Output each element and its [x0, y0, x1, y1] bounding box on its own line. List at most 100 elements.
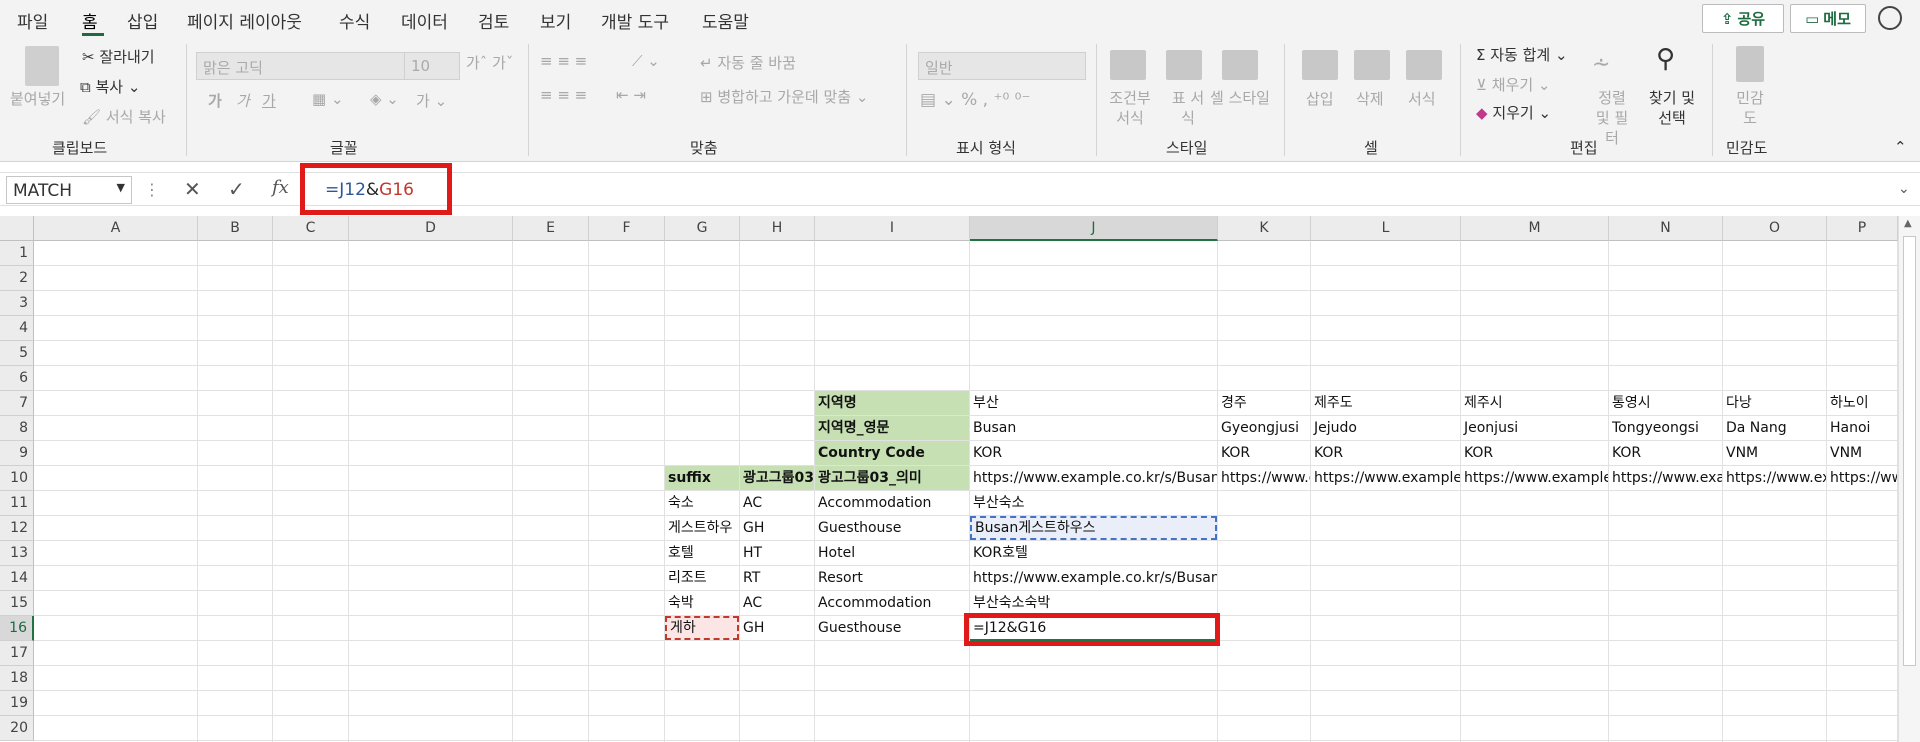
cell-p7[interactable]: 하노이 — [1827, 391, 1897, 415]
insert-cells-icon[interactable] — [1302, 50, 1338, 80]
format-as-table-button[interactable]: 표 서식 — [1168, 88, 1208, 128]
expand-formula-icon[interactable]: ⌄ — [1898, 181, 1910, 197]
indent-icons[interactable]: ⇤ ⇥ — [616, 86, 646, 104]
cell-p9[interactable]: VNM — [1827, 441, 1897, 465]
row-header-17[interactable]: 17 — [0, 641, 34, 666]
font-size-buttons[interactable]: 가ˆ 가ˇ — [466, 52, 513, 73]
row-header-8[interactable]: 8 — [0, 416, 34, 441]
column-header-n[interactable]: N — [1609, 216, 1723, 241]
cell-i11[interactable]: Accommodation — [815, 491, 969, 515]
enter-icon[interactable]: ✓ — [228, 177, 245, 201]
cell-h11[interactable]: AC — [740, 491, 814, 515]
feedback-smiley-icon[interactable] — [1878, 6, 1902, 30]
column-header-d[interactable]: D — [349, 216, 513, 241]
cell-g14[interactable]: 리조트 — [665, 566, 739, 590]
cell-j14[interactable]: https://www.example.co.kr/s/Busan리조트 — [970, 566, 1217, 590]
paste-button[interactable]: 붙여넣기 — [10, 88, 65, 109]
find-select-button[interactable]: 찾기 및 선택 — [1644, 88, 1700, 128]
menu-formulas[interactable]: 수식 — [339, 8, 370, 33]
row-header-5[interactable]: 5 — [0, 341, 34, 366]
vertical-align-icons[interactable]: ≡ ≡ ≡ — [540, 52, 587, 70]
scroll-up-icon[interactable]: ▲ — [1904, 218, 1912, 229]
cell-i10[interactable]: 광고그룹03_의미 — [815, 466, 969, 490]
cell-h10[interactable]: 광고그룹03 — [740, 466, 814, 490]
cell-g12[interactable]: 게스트하우 — [665, 516, 739, 540]
cell-n8[interactable]: Tongyeongsi — [1609, 416, 1722, 440]
clear-button[interactable]: ◆ 지우기 ⌄ — [1476, 102, 1551, 123]
cut-button[interactable]: ✂ 잘라내기 — [82, 46, 155, 67]
table-format-icon[interactable] — [1166, 50, 1202, 80]
autosum-button[interactable]: Σ 자동 합계 ⌄ — [1476, 44, 1568, 65]
menu-view[interactable]: 보기 — [540, 8, 571, 33]
column-header-m[interactable]: M — [1461, 216, 1609, 241]
cell-h15[interactable]: AC — [740, 591, 814, 615]
row-header-14[interactable]: 14 — [0, 566, 34, 591]
row-header-2[interactable]: 2 — [0, 266, 34, 291]
cell-o7[interactable]: 다낭 — [1723, 391, 1826, 415]
cell-styles-button[interactable]: 셀 스타일 — [1210, 88, 1270, 108]
row-header-1[interactable]: 1 — [0, 241, 34, 266]
sensitivity-icon[interactable] — [1736, 46, 1764, 82]
row-header-6[interactable]: 6 — [0, 366, 34, 391]
cell-m10[interactable]: https://www.example.c — [1461, 466, 1608, 490]
column-header-f[interactable]: F — [589, 216, 665, 241]
cancel-icon[interactable]: ✕ — [184, 177, 201, 201]
cell-m7[interactable]: 제주시 — [1461, 391, 1608, 415]
cell-i15[interactable]: Accommodation — [815, 591, 969, 615]
column-header-g[interactable]: G — [665, 216, 740, 241]
cell-j10[interactable]: https://www.example.co.kr/s/Busan — [970, 466, 1217, 490]
select-all-corner[interactable] — [0, 216, 34, 241]
column-header-e[interactable]: E — [513, 216, 589, 241]
cell-h16[interactable]: GH — [740, 616, 814, 640]
row-header-12[interactable]: 12 — [0, 516, 34, 541]
column-header-k[interactable]: K — [1218, 216, 1311, 241]
cell-g11[interactable]: 숙소 — [665, 491, 739, 515]
row-header-16[interactable]: 16 — [0, 616, 34, 641]
cell-i8[interactable]: 지역명_영문 — [815, 416, 969, 440]
cell-i12[interactable]: Guesthouse — [815, 516, 969, 540]
cell-l7[interactable]: 제주도 — [1311, 391, 1460, 415]
row-header-15[interactable]: 15 — [0, 591, 34, 616]
menu-home[interactable]: 홈 — [82, 8, 98, 33]
cell-h13[interactable]: HT — [740, 541, 814, 565]
column-header-h[interactable]: H — [740, 216, 815, 241]
cell-p10[interactable]: https://ww — [1827, 466, 1897, 490]
cell-k9[interactable]: KOR — [1218, 441, 1310, 465]
menu-developer[interactable]: 개발 도구 — [601, 8, 669, 33]
row-header-7[interactable]: 7 — [0, 391, 34, 416]
column-header-a[interactable]: A — [34, 216, 198, 241]
cell-p8[interactable]: Hanoi — [1827, 416, 1897, 440]
cell-i7[interactable]: 지역명 — [815, 391, 969, 415]
menu-help[interactable]: 도움말 — [702, 8, 749, 33]
cell-styles-icon[interactable] — [1222, 50, 1258, 80]
share-button[interactable]: ⇪ 공유 — [1702, 4, 1784, 33]
format-cells-button[interactable]: 서식 — [1408, 88, 1436, 109]
number-format-combo[interactable]: 일반 — [918, 52, 1086, 80]
column-header-b[interactable]: B — [198, 216, 273, 241]
menu-page-layout[interactable]: 페이지 레이아웃 — [187, 8, 302, 33]
cell-n7[interactable]: 통영시 — [1609, 391, 1722, 415]
column-header-c[interactable]: C — [273, 216, 349, 241]
sort-filter-icon[interactable]: ⩪ — [1592, 52, 1610, 77]
cell-i9[interactable]: Country Code — [815, 441, 969, 465]
cell-j12[interactable]: Busan게스트하우스 — [970, 516, 1217, 540]
cell-l8[interactable]: Jejudo — [1311, 416, 1460, 440]
cell-j9[interactable]: KOR — [970, 441, 1217, 465]
italic-button[interactable]: 가 — [236, 90, 250, 111]
cell-g15[interactable]: 숙박 — [665, 591, 739, 615]
cell-m9[interactable]: KOR — [1461, 441, 1608, 465]
paste-icon[interactable] — [25, 46, 59, 86]
cell-j8[interactable]: Busan — [970, 416, 1217, 440]
copy-button[interactable]: ⧉ 복사 ⌄ — [80, 76, 140, 97]
cell-j11[interactable]: 부산숙소 — [970, 491, 1217, 515]
underline-button[interactable]: 가 — [262, 90, 276, 111]
column-header-i[interactable]: I — [815, 216, 970, 241]
cell-l10[interactable]: https://www.example.co — [1311, 466, 1460, 490]
spreadsheet-grid[interactable]: ▲ A B C D E F G H I J K L M N O P 1 2 3 4 5 6 7 8 9 10 11 12 13 14 15 1… — [0, 216, 1920, 742]
row-header-9[interactable]: 9 — [0, 441, 34, 466]
row-header-20[interactable]: 20 — [0, 716, 34, 741]
cell-k7[interactable]: 경주 — [1218, 391, 1310, 415]
column-header-o[interactable]: O — [1723, 216, 1827, 241]
cell-l9[interactable]: KOR — [1311, 441, 1460, 465]
menu-insert[interactable]: 삽입 — [127, 8, 158, 33]
